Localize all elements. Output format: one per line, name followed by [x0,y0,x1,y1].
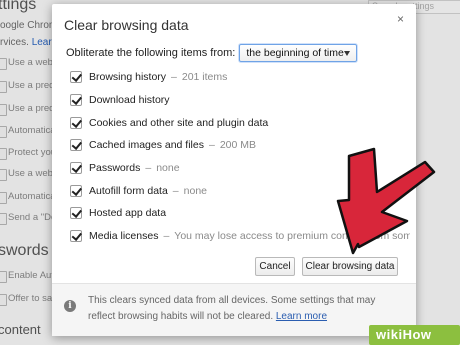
item-label: Cookies and other site and plugin data [89,116,269,129]
checkbox[interactable] [70,162,82,175]
checkbox[interactable] [70,94,82,107]
dialog-title: Clear browsing data [64,17,189,33]
obliterate-label: Obliterate the following items from: [66,47,236,59]
checklist-item[interactable]: Autofill form data – none [70,179,410,202]
item-detail: 201 items [181,71,228,84]
item-detail: 200 MB [219,139,257,152]
checkbox[interactable] [70,184,82,197]
checkbox[interactable] [70,71,82,84]
checklist-item[interactable]: Passwords – none [70,157,410,180]
clear-browsing-data-button[interactable]: Clear browsing data [302,257,398,276]
item-detail: none [156,162,180,175]
footer-message: This clears synced data from all devices… [88,295,376,322]
time-range-value: the beginning of time [246,47,344,59]
cancel-button[interactable]: Cancel [255,257,295,276]
item-detail: You may lose access to premium content f… [174,230,410,243]
item-label: Cached images and files [89,139,204,152]
item-label: Passwords [89,162,141,175]
checklist-item[interactable]: Cached images and files –200 MB [70,134,410,157]
checkbox[interactable] [70,116,82,129]
time-range-select[interactable]: the beginning of time [239,44,358,62]
data-type-checklist: Browsing history –201 items Download histo… [70,66,410,248]
checklist-item[interactable]: Media licenses – You may lose access to pr… [70,225,410,248]
item-separator: – [208,139,215,152]
checkbox[interactable] [70,230,82,243]
dialog-footer: i This clears synced data from all devic… [52,283,416,336]
checkbox[interactable] [70,207,82,220]
item-separator: – [172,184,179,197]
chevron-down-icon [344,50,351,56]
item-label: Download history [89,94,170,107]
checklist-item[interactable]: Cookies and other site and plugin data [70,111,410,134]
wikihow-watermark-text: wikiHow [376,327,432,342]
item-label: Browsing history [89,71,167,84]
checkbox[interactable] [70,139,82,152]
item-label: Hosted app data [89,207,167,220]
item-label: Autofill form data [89,184,168,197]
checklist-item[interactable]: Download history [70,89,410,112]
time-range-row: Obliterate the following items from: the… [66,42,358,64]
close-icon[interactable]: × [397,12,404,26]
checklist-item[interactable]: Hosted app data [70,202,410,225]
footer-text: This clears synced data from all devices… [88,293,398,325]
info-icon: i [64,300,76,312]
item-separator: – [171,71,177,84]
item-separator: – [145,162,152,175]
checklist-item[interactable]: Browsing history –201 items [70,66,410,89]
item-label: Media licenses [89,230,159,243]
clear-browsing-data-dialog: Clear browsing data × Obliterate the fol… [52,4,416,336]
item-separator: – [163,230,170,243]
item-detail: none [183,184,207,197]
learn-more-link[interactable]: Learn more [276,311,327,322]
